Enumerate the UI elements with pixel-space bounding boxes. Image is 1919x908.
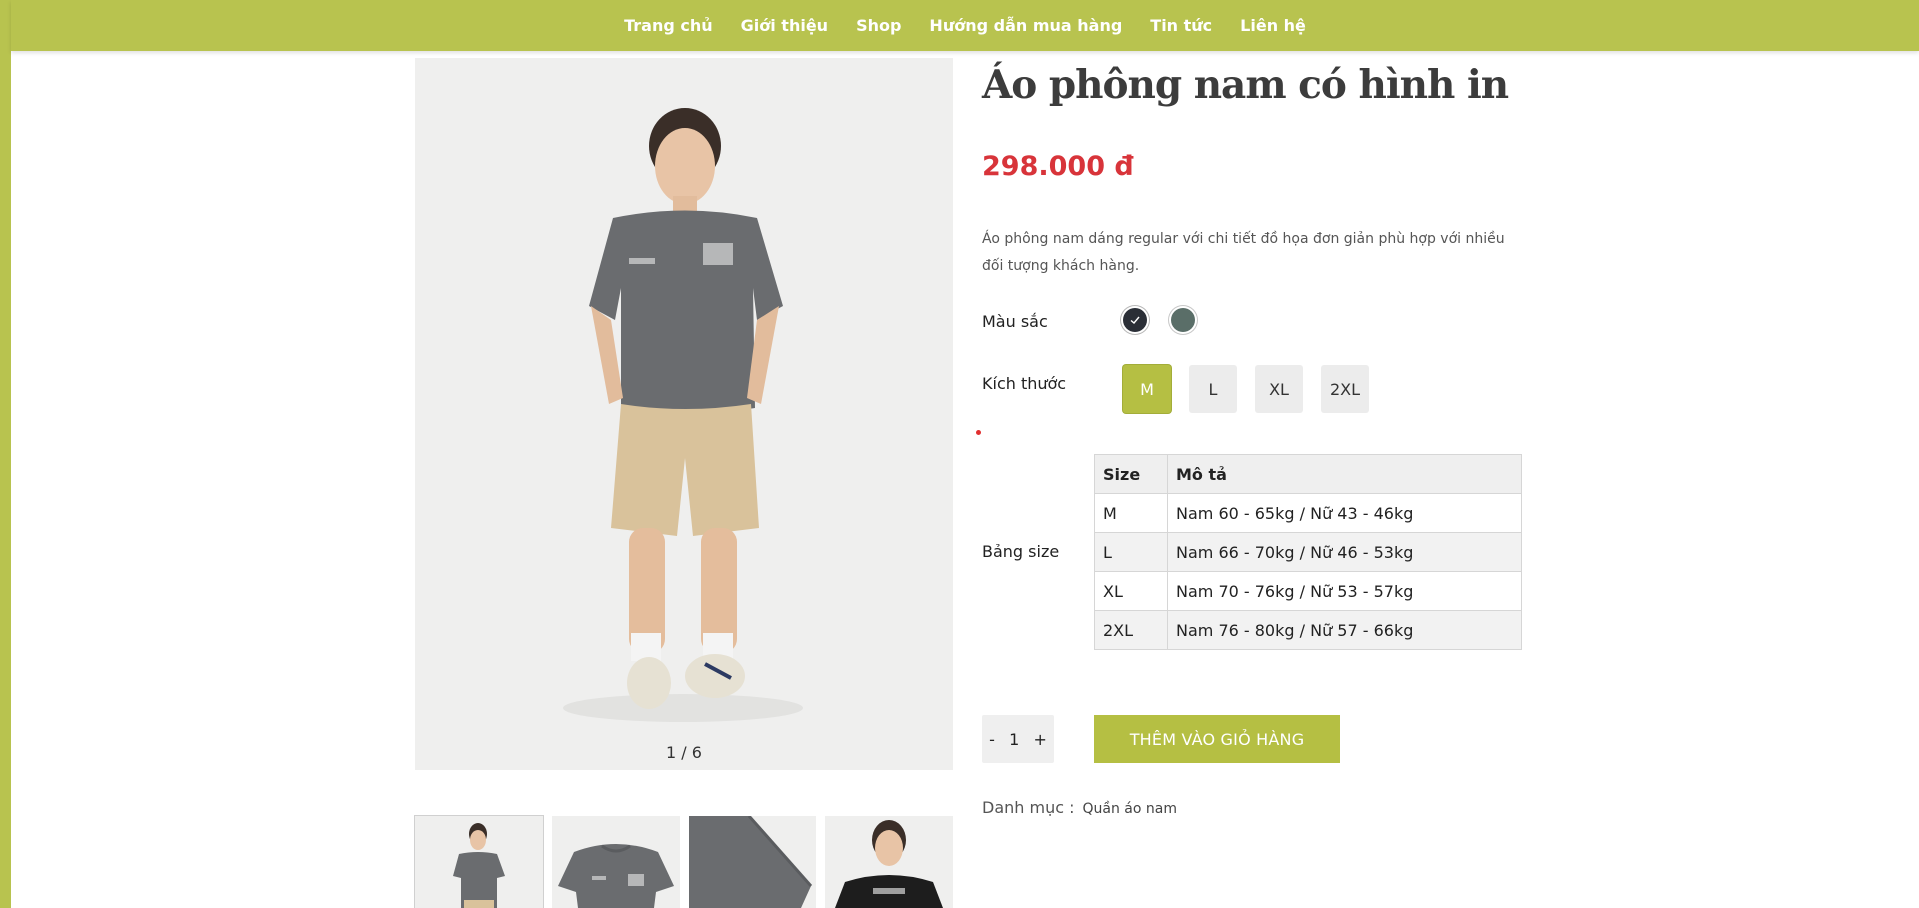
category-row: Danh mục : Quần áo nam [982, 798, 1177, 817]
desc-cell: Nam 70 - 76kg / Nữ 53 - 57kg [1167, 571, 1522, 611]
thumbnail-1-illustration [415, 816, 543, 908]
size-option-m[interactable]: M [1123, 365, 1171, 413]
desc-cell: Nam 66 - 70kg / Nữ 46 - 53kg [1167, 532, 1522, 572]
size-chart-header-desc: Mô tả [1167, 454, 1522, 494]
desc-cell: Nam 60 - 65kg / Nữ 43 - 46kg [1167, 493, 1522, 533]
thumbnail-1[interactable] [414, 815, 544, 908]
size-chart-table: Size Mô tả M Nam 60 - 65kg / Nữ 43 - 46k… [1094, 454, 1522, 650]
checkmark-icon [1130, 316, 1140, 324]
thumbnail-4-illustration [825, 816, 953, 908]
thumbnail-strip [414, 815, 953, 908]
thumbnail-4[interactable] [825, 816, 953, 908]
size-chart-header-size: Size [1094, 454, 1168, 494]
size-option-l[interactable]: L [1189, 365, 1237, 413]
thumbnail-2[interactable] [551, 816, 680, 908]
qty-increase-button[interactable]: + [1033, 730, 1046, 749]
product-price: 298.000 đ [982, 151, 1134, 182]
image-counter: 1 / 6 [666, 743, 702, 762]
nav-item-guide[interactable]: Hướng dẫn mua hàng [915, 16, 1136, 35]
table-row: L Nam 66 - 70kg / Nữ 46 - 53kg [1094, 532, 1522, 572]
category-link[interactable]: Quần áo nam [1083, 801, 1177, 817]
size-chart-header-row: Size Mô tả [1094, 454, 1522, 494]
color-swatch-dark[interactable] [1123, 308, 1147, 332]
table-row: XL Nam 70 - 76kg / Nữ 53 - 57kg [1094, 571, 1522, 611]
color-swatch-green[interactable] [1171, 308, 1195, 332]
indicator-dot [976, 430, 981, 435]
product-description: Áo phông nam dáng regular với chi tiết đ… [982, 231, 1505, 274]
left-accent-strip [0, 0, 11, 908]
size-option-2xl[interactable]: 2XL [1321, 365, 1369, 413]
size-cell: M [1094, 493, 1168, 533]
color-label: Màu sắc [982, 312, 1048, 331]
desc-cell: Nam 76 - 80kg / Nữ 57 - 66kg [1167, 610, 1522, 650]
add-to-cart-button[interactable]: THÊM VÀO GIỎ HÀNG [1094, 715, 1340, 763]
thumbnail-3[interactable] [688, 816, 817, 908]
nav-item-shop[interactable]: Shop [842, 16, 915, 35]
quantity-stepper: - 1 + [982, 715, 1054, 763]
size-label: Kích thước [982, 374, 1067, 393]
size-option-xl[interactable]: XL [1255, 365, 1303, 413]
size-cell: 2XL [1094, 610, 1168, 650]
thumbnail-3-illustration [688, 816, 817, 908]
nav-item-about[interactable]: Giới thiệu [727, 16, 842, 35]
size-chart-label: Bảng size [982, 542, 1060, 561]
qty-decrease-button[interactable]: - [989, 730, 995, 749]
nav-item-contact[interactable]: Liên hệ [1226, 16, 1320, 35]
size-cell: XL [1094, 571, 1168, 611]
product-photo-illustration [415, 58, 953, 770]
top-navigation: Trang chủ Giới thiệu Shop Hướng dẫn mua … [11, 0, 1919, 51]
table-row: M Nam 60 - 65kg / Nữ 43 - 46kg [1094, 493, 1522, 533]
qty-value[interactable]: 1 [1009, 730, 1019, 749]
table-row: 2XL Nam 76 - 80kg / Nữ 57 - 66kg [1094, 610, 1522, 650]
nav-item-news[interactable]: Tin tức [1136, 16, 1226, 35]
thumbnail-2-illustration [551, 816, 680, 908]
product-title: Áo phông nam có hình in [982, 62, 1509, 108]
size-cell: L [1094, 532, 1168, 572]
product-main-image[interactable]: 1 / 6 [415, 58, 953, 770]
nav-item-home[interactable]: Trang chủ [610, 16, 727, 35]
category-label: Danh mục : [982, 798, 1075, 817]
